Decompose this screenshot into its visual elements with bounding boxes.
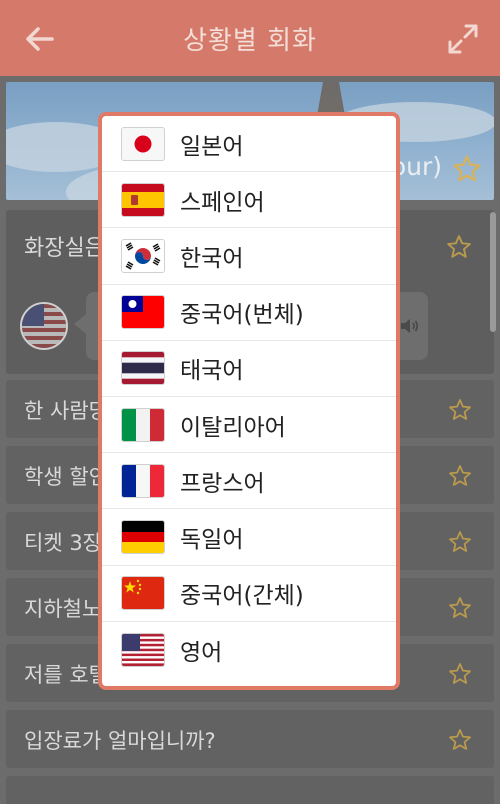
language-label: 중국어(번체): [180, 302, 304, 329]
language-label: 한국어: [180, 245, 244, 272]
language-option-english[interactable]: 영어: [102, 622, 396, 678]
language-label: 이탈리아어: [180, 414, 286, 441]
language-label: 프랑스어: [180, 470, 265, 497]
france-flag-icon: [122, 464, 164, 497]
language-label: 독일어: [180, 526, 244, 553]
language-option-chinese-traditional[interactable]: 중국어(번체): [102, 285, 396, 341]
japan-flag-icon: [122, 127, 164, 160]
spain-flag-icon: [122, 183, 164, 216]
language-label: 중국어(간체): [180, 583, 304, 610]
language-select-dialog: 일본어 스페인어 한국어 중국어(번체) 태국어 이탈리아어 프랑스어 독일어 …: [98, 112, 400, 690]
germany-flag-icon: [122, 520, 164, 553]
china-flag-icon: [122, 577, 164, 610]
korea-flag-icon: [122, 239, 164, 272]
usa-flag-icon: [122, 633, 164, 666]
app-screen: 상황별 회화 our) 화장실은 한 사람당 학생 할인 티켓 3장 지하철노 …: [0, 0, 500, 804]
language-option-thai[interactable]: 태국어: [102, 341, 396, 397]
language-label: 일본어: [180, 133, 244, 160]
language-label: 태국어: [180, 358, 244, 385]
language-option-german[interactable]: 독일어: [102, 509, 396, 566]
italy-flag-icon: [122, 408, 164, 441]
language-label: 스페인어: [180, 189, 265, 216]
language-option-korean[interactable]: 한국어: [102, 228, 396, 285]
language-option-italian[interactable]: 이탈리아어: [102, 397, 396, 454]
taiwan-flag-icon: [122, 296, 164, 329]
language-option-chinese-simplified[interactable]: 중국어(간체): [102, 566, 396, 622]
language-option-spanish[interactable]: 스페인어: [102, 172, 396, 229]
language-label: 영어: [180, 639, 223, 666]
modal-overlay[interactable]: 일본어 스페인어 한국어 중국어(번체) 태국어 이탈리아어 프랑스어 독일어 …: [0, 0, 500, 804]
language-option-japanese[interactable]: 일본어: [102, 116, 396, 173]
language-option-french[interactable]: 프랑스어: [102, 453, 396, 510]
thailand-flag-icon: [122, 352, 164, 385]
